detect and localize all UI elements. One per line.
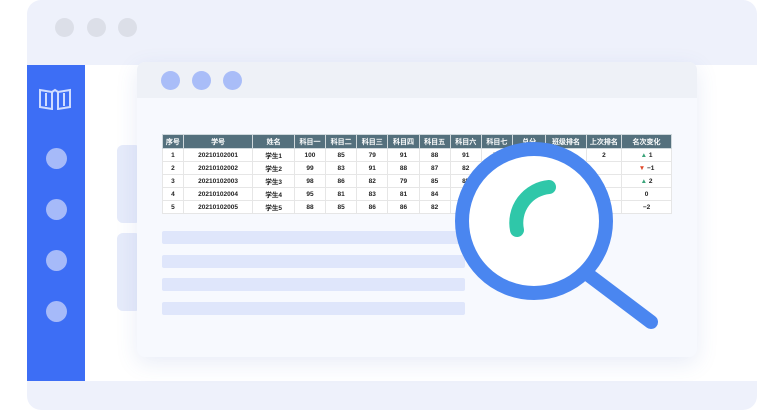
table-cell: 86 (325, 174, 358, 188)
sidebar-item[interactable] (46, 250, 67, 271)
window-dot[interactable] (118, 18, 137, 37)
table-cell: 20210102004 (182, 187, 254, 201)
column-header: 科目三 (356, 134, 389, 149)
placeholder-line (162, 302, 465, 315)
table-cell: 学生2 (252, 161, 295, 175)
table-cell: 83 (325, 161, 358, 175)
column-header: 学号 (182, 134, 254, 149)
table-cell: 81 (387, 187, 420, 201)
table-cell: 86 (387, 200, 420, 214)
window-titlebar (137, 62, 697, 98)
table-cell: 99 (293, 161, 327, 175)
column-header: 科目五 (418, 134, 451, 149)
table-cell: 83 (356, 187, 389, 201)
table-cell: 20210102003 (182, 174, 254, 188)
table-cell: 20210102001 (182, 148, 254, 162)
column-header: 科目四 (387, 134, 420, 149)
table-cell: 91 (387, 148, 420, 162)
table-cell: 95 (293, 187, 327, 201)
table-cell: 2 (162, 161, 184, 175)
placeholder-line (162, 278, 465, 291)
table-cell: 85 (325, 200, 358, 214)
table-cell: 20210102005 (182, 200, 254, 214)
table-cell: 4 (162, 187, 184, 201)
column-header: 科目一 (293, 134, 327, 149)
table-cell: 5 (162, 200, 184, 214)
window-dot[interactable] (87, 18, 106, 37)
column-header: 科目二 (325, 134, 358, 149)
table-cell: 98 (293, 174, 327, 188)
table-cell: 87 (418, 161, 451, 175)
table-cell: 79 (356, 148, 389, 162)
table-cell: 88 (418, 148, 451, 162)
placeholder-line (162, 255, 465, 268)
table-cell: 88 (387, 161, 420, 175)
table-cell: 学生5 (252, 200, 295, 214)
table-cell: 88 (293, 200, 327, 214)
window-dot[interactable] (192, 71, 211, 90)
window-dot[interactable] (223, 71, 242, 90)
table-cell: 82 (418, 200, 451, 214)
table-cell: 86 (356, 200, 389, 214)
magnifier-icon (455, 142, 658, 329)
column-header: 序号 (162, 134, 184, 149)
table-cell: 1 (162, 148, 184, 162)
window-dot[interactable] (161, 71, 180, 90)
column-header: 姓名 (252, 134, 295, 149)
table-cell: 82 (356, 174, 389, 188)
table-cell: 20210102002 (182, 161, 254, 175)
table-cell: 3 (162, 174, 184, 188)
table-cell: 79 (387, 174, 420, 188)
table-cell: 85 (325, 148, 358, 162)
sidebar-item[interactable] (46, 301, 67, 322)
placeholder-line (162, 231, 465, 244)
table-cell: 84 (418, 187, 451, 201)
table-cell: 学生4 (252, 187, 295, 201)
table-cell: 91 (356, 161, 389, 175)
table-cell: 100 (293, 148, 327, 162)
window-dot[interactable] (55, 18, 74, 37)
table-cell: 学生3 (252, 174, 295, 188)
table-cell: 81 (325, 187, 358, 201)
sidebar-item[interactable] (46, 148, 67, 169)
book-icon[interactable] (37, 88, 73, 110)
table-cell: 85 (418, 174, 451, 188)
sidebar (27, 65, 85, 381)
table-cell: 学生1 (252, 148, 295, 162)
sidebar-item[interactable] (46, 199, 67, 220)
